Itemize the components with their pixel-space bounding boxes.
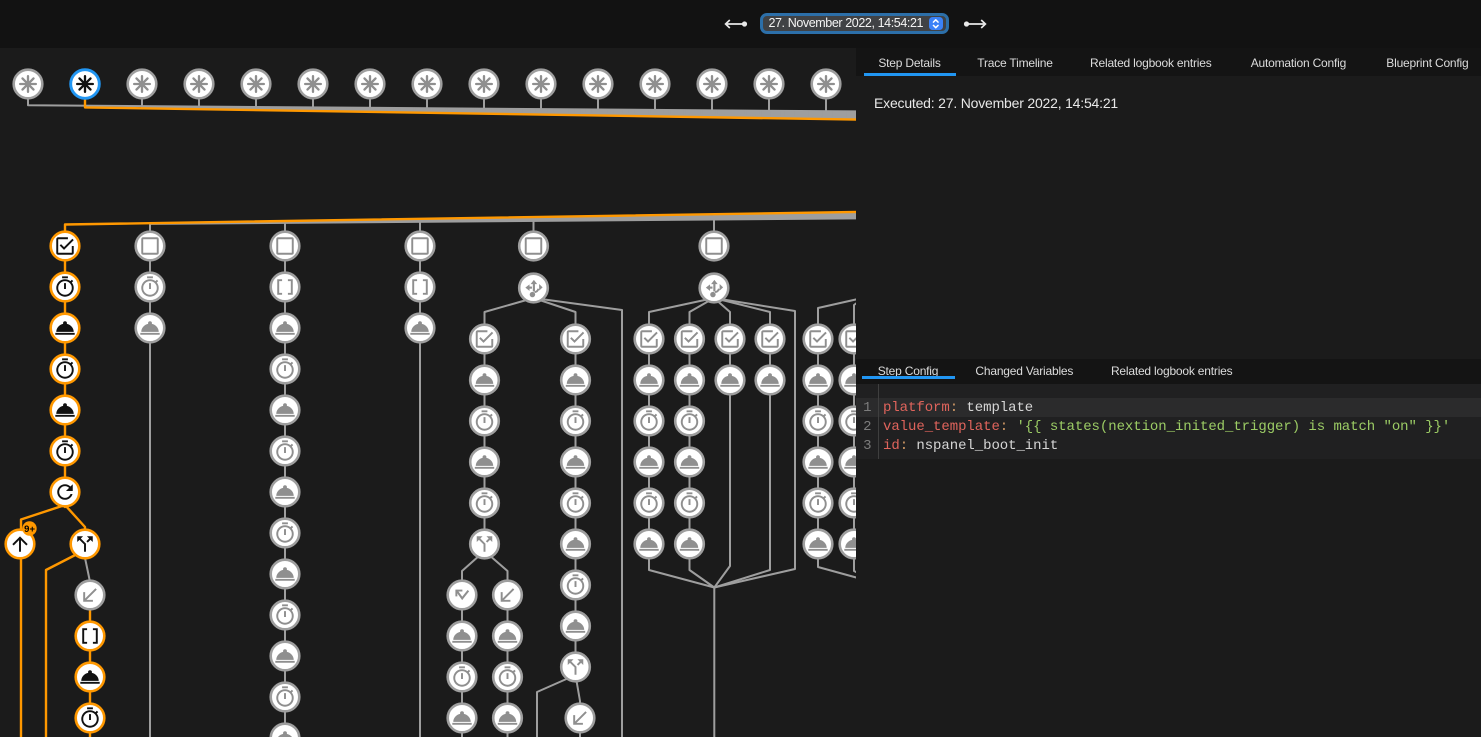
svg-text:9+: 9+ — [24, 524, 35, 535]
